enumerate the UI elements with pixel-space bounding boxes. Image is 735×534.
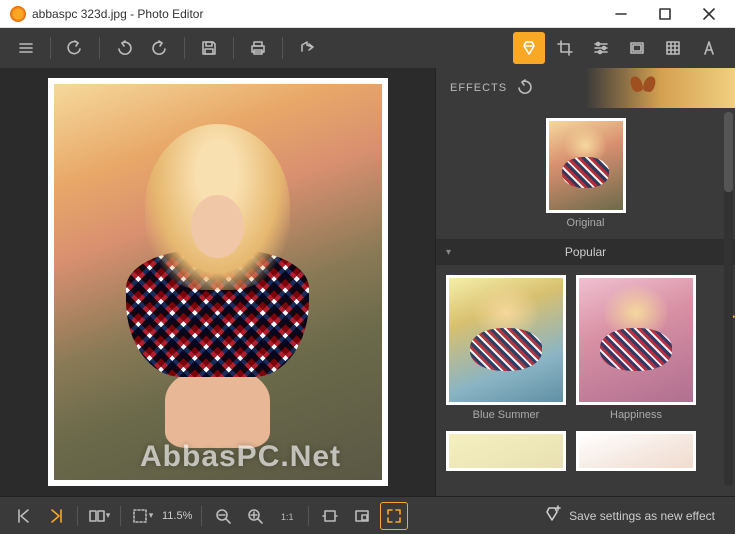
compare-button[interactable]: ▾ [85,502,113,530]
fullscreen-button[interactable] [380,502,408,530]
effects-scrollbar[interactable] [724,112,733,486]
thumb-label: Original [567,217,605,229]
zoom-in-button[interactable] [241,502,269,530]
effects-tab[interactable] [513,32,545,64]
top-toolbar [0,28,735,68]
separator [201,506,202,526]
window-titlebar: abbaspc 323d.jpg - Photo Editor [0,0,735,28]
frame-tab[interactable] [621,32,653,64]
main-area: EFFECTS Original ▾ Popular Blue Summer [0,68,735,496]
minimize-button[interactable] [599,0,643,28]
thumb-effect-3[interactable] [446,431,566,471]
adjust-tab[interactable] [585,32,617,64]
menu-button[interactable] [10,32,42,64]
svg-text:1:1: 1:1 [281,512,294,522]
bottom-toolbar: ▾ ▾ 11.5% 1:1 Save settings as new effec… [0,496,735,534]
separator [233,37,234,59]
chevron-down-icon: ▾ [446,247,451,258]
effects-reset-icon[interactable] [515,78,533,99]
effects-header: EFFECTS [436,68,735,108]
effects-panel: EFFECTS Original ▾ Popular Blue Summer [435,68,735,496]
thumb-original[interactable]: Original [446,118,725,229]
zoom-out-button[interactable] [209,502,237,530]
first-image-button[interactable] [10,502,38,530]
thumb-happiness[interactable]: Happiness [576,275,696,421]
separator [50,37,51,59]
close-button[interactable] [687,0,731,28]
fit-button[interactable] [316,502,344,530]
undo-button[interactable] [59,32,91,64]
flask-plus-icon [543,505,561,526]
zoom-actual-button[interactable]: 1:1 [273,502,301,530]
category-label: Popular [565,245,606,259]
share-button[interactable] [291,32,323,64]
texture-tab[interactable] [657,32,689,64]
thumb-label: Blue Summer [473,409,540,421]
effects-title: EFFECTS [450,82,507,94]
separator [99,37,100,59]
window-title: abbaspc 323d.jpg - Photo Editor [32,7,599,21]
redo-step-button[interactable] [144,32,176,64]
separator [120,506,121,526]
thumb-blue-summer[interactable]: Blue Summer [446,275,566,421]
save-button[interactable] [193,32,225,64]
canvas-area[interactable] [0,68,435,496]
photo-content [54,84,382,480]
next-image-button[interactable] [42,502,70,530]
crop-tab[interactable] [549,32,581,64]
separator [282,37,283,59]
separator [184,37,185,59]
app-icon [10,6,26,22]
navigator-button[interactable] [348,502,376,530]
effects-category-bar[interactable]: ▾ Popular [436,239,735,265]
thumb-label: Happiness [610,409,662,421]
scrollbar-thumb[interactable] [724,112,733,192]
zoom-level: 11.5% [162,510,192,522]
separator [308,506,309,526]
thumb-effect-4[interactable] [576,431,696,471]
butterfly-icon [631,76,655,96]
print-button[interactable] [242,32,274,64]
popular-effects-grid: Blue Summer Happiness [436,265,735,481]
maximize-button[interactable] [643,0,687,28]
separator [77,506,78,526]
original-section: Original [436,108,735,239]
zoom-mode-button[interactable]: ▾ [128,502,156,530]
text-tab[interactable] [693,32,725,64]
save-as-effect-button[interactable]: Save settings as new effect [531,505,727,526]
save-effect-label: Save settings as new effect [569,509,715,523]
image-canvas [48,78,388,486]
undo-step-button[interactable] [108,32,140,64]
